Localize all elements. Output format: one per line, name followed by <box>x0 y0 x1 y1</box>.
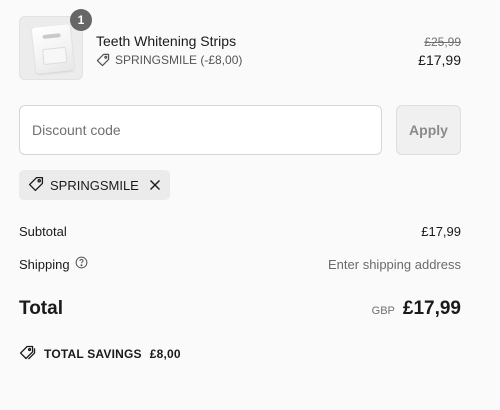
product-image <box>31 24 75 74</box>
tag-icon <box>96 53 110 67</box>
tag-icon <box>28 176 44 195</box>
total-savings-value: £8,00 <box>149 347 181 361</box>
total-savings-row: TOTAL SAVINGS £8,00 <box>19 345 181 363</box>
shipping-label: Shipping <box>19 256 70 272</box>
discount-code-input[interactable] <box>19 105 382 155</box>
quantity-badge: 1 <box>70 9 92 31</box>
product-discount: SPRINGSMILE (-£8,00) <box>96 53 242 67</box>
close-icon[interactable] <box>149 179 161 191</box>
subtotal-value: £17,99 <box>421 224 461 239</box>
shipping-label-group: Shipping <box>19 256 88 272</box>
applied-code-label: SPRINGSMILE <box>50 177 139 193</box>
price-column: £25,99 £17,99 <box>418 35 461 69</box>
line-item: 1 Teeth Whitening Strips SPRINGSMILE (-£… <box>19 9 461 80</box>
product-discount-label: SPRINGSMILE (-£8,00) <box>115 53 243 67</box>
total-currency: GBP <box>371 305 395 317</box>
total-value: £17,99 <box>402 298 461 319</box>
total-amount-group: GBP £17,99 <box>372 298 461 320</box>
subtotal-label: Subtotal <box>19 224 67 239</box>
product-name: Teeth Whitening Strips <box>96 33 237 49</box>
product-thumbnail-wrap: 1 <box>19 9 92 80</box>
original-price: £25,99 <box>424 35 461 49</box>
tags-icon <box>19 345 36 363</box>
applied-code-chip: SPRINGSMILE <box>19 170 170 200</box>
shipping-value: Enter shipping address <box>328 256 461 272</box>
current-price: £17,99 <box>418 52 461 68</box>
total-row: Total GBP £17,99 <box>19 298 461 320</box>
total-savings-label: TOTAL SAVINGS <box>44 347 142 361</box>
total-label: Total <box>19 298 63 319</box>
subtotal-row: Subtotal £17,99 <box>19 224 461 239</box>
apply-button[interactable]: Apply <box>396 105 461 155</box>
shipping-row: Shipping Enter shipping address <box>19 256 461 272</box>
question-circle-icon[interactable] <box>75 256 88 272</box>
